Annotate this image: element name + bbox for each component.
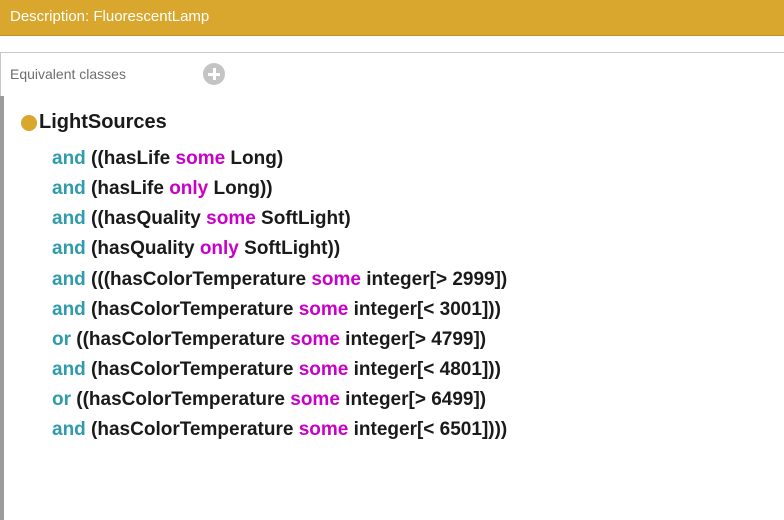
expression-text: (hasLife [85,178,170,199]
expression-text: SoftLight) [255,208,351,229]
class-name: LightSources [39,111,167,133]
expression-text: (hasQuality [85,238,200,259]
panel-title: Description: FluorescentLamp [10,8,210,25]
expression-text: integer[> 4799]) [339,329,487,350]
description-panel: Description: FluorescentLamp Equivalent … [0,0,784,520]
expression-text: integer[> 6499]) [339,389,487,410]
connector-keyword: and [52,208,86,229]
expression-line: and (hasColorTemperature some integer[< … [52,418,507,442]
expression-text: (hasColorTemperature [85,359,299,380]
connector-keyword: or [52,329,71,350]
connector-keyword: and [52,299,86,320]
expression-text: ((hasColorTemperature [71,329,291,350]
expression-text: ((hasColorTemperature [71,389,291,410]
restriction-keyword: some [290,329,340,350]
expression-text: (((hasColorTemperature [85,269,312,290]
expression-line: and (hasColorTemperature some integer[< … [52,358,501,382]
expression-line: or ((hasColorTemperature some integer[> … [52,328,486,352]
restriction-keyword: only [169,178,209,199]
expression-line: and (hasColorTemperature some integer[< … [52,298,501,322]
expression-line: or ((hasColorTemperature some integer[> … [52,388,486,412]
restriction-keyword: only [199,238,239,259]
expression-text: (hasColorTemperature [85,299,299,320]
equivalent-classes-header: Equivalent classes [0,52,784,97]
expression-text: ((hasLife [85,148,176,169]
restriction-keyword: some [298,299,349,320]
expression-line: and ((hasLife some Long) [52,147,283,171]
expression-line: and ((hasQuality some SoftLight) [52,207,351,231]
expression-text: integer[< 6501]))) [348,419,508,440]
expression-line: and (hasLife only Long)) [52,177,273,201]
connector-keyword: and [52,269,86,290]
expression-text: Long)) [208,178,273,199]
expression-text: (hasColorTemperature [85,419,299,440]
connector-keyword: and [52,419,86,440]
class-dot-icon [21,115,37,131]
connector-keyword: and [52,238,86,259]
restriction-keyword: some [290,389,340,410]
expression-line: and (((hasColorTemperature some integer[… [52,268,507,292]
add-equivalent-class-plus-icon[interactable] [203,63,225,85]
restriction-keyword: some [206,208,256,229]
class-expression[interactable]: LightSources and ((hasLife some Long) an… [0,96,784,520]
expression-text: Long) [225,148,284,169]
restriction-keyword: some [175,148,226,169]
connector-keyword: and [52,359,86,380]
restriction-keyword: some [311,269,361,290]
expression-text: integer[< 3001])) [348,299,501,320]
connector-keyword: or [52,389,71,410]
expression-text: SoftLight)) [238,238,341,259]
expression-line: and (hasQuality only SoftLight)) [52,237,340,261]
expression-text: ((hasQuality [85,208,207,229]
panel-title-bar: Description: FluorescentLamp [0,0,784,36]
restriction-keyword: some [298,419,349,440]
connector-keyword: and [52,178,86,199]
connector-keyword: and [52,148,86,169]
equivalent-classes-label: Equivalent classes [10,66,126,82]
expression-text: integer[> 2999]) [361,269,508,290]
restriction-keyword: some [298,359,349,380]
expression-text: integer[< 4801])) [348,359,501,380]
